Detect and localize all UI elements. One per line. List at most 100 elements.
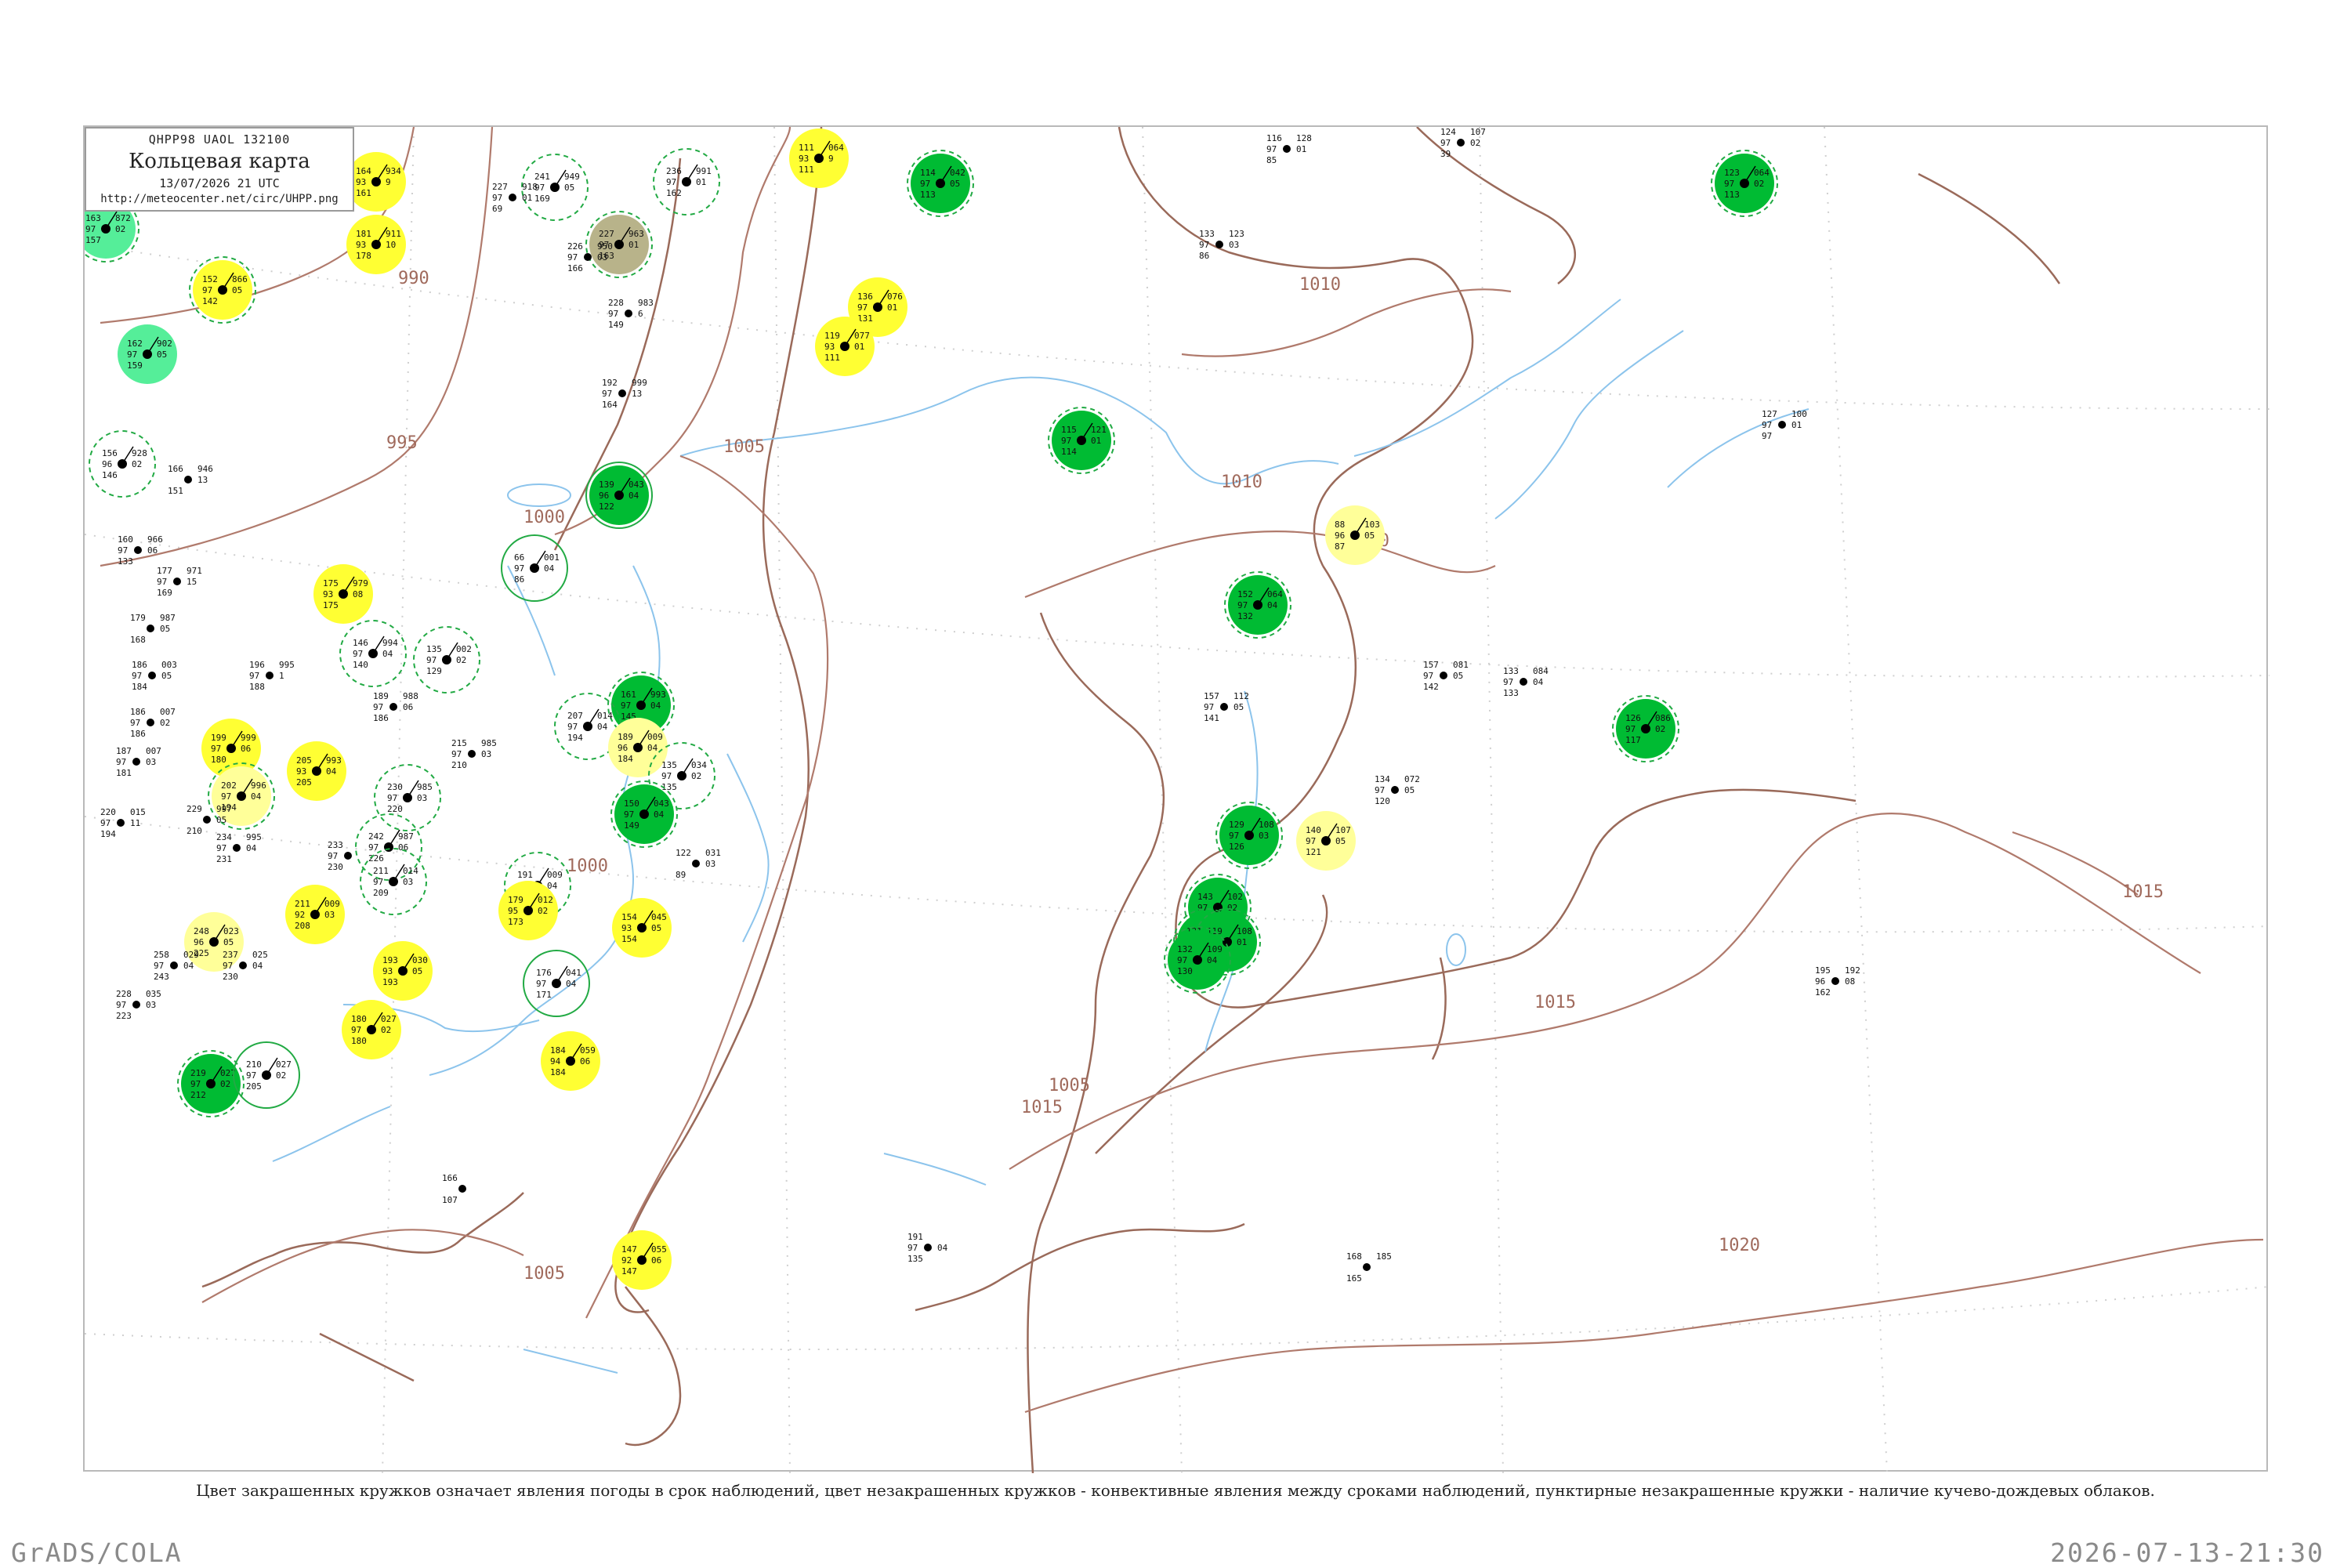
- station-marker[interactable]: 15696146 92802: [89, 430, 156, 498]
- station-marker[interactable]: 889687 10305: [1325, 505, 1385, 565]
- station-marker[interactable]: 12397113 06402: [1711, 150, 1778, 217]
- station-value: 02: [538, 906, 548, 916]
- station-marker[interactable]: 17593175 97908: [313, 564, 373, 624]
- station-value: 05: [216, 815, 226, 825]
- station-marker[interactable]: 23697162 99101: [653, 148, 720, 215]
- station-marker[interactable]: 16493161 9349: [346, 152, 406, 212]
- station-marker[interactable]: 15493154 04505: [612, 898, 672, 958]
- station-marker[interactable]: 11497113 04205: [907, 150, 974, 217]
- station-value: 97: [1762, 420, 1772, 430]
- station-value: 01: [1791, 420, 1802, 430]
- station-value: 230: [387, 782, 403, 792]
- station-dot: [170, 961, 178, 969]
- station-marker[interactable]: 11597114 12101: [1048, 407, 1115, 474]
- station-value: 185: [1376, 1251, 1392, 1262]
- station-marker[interactable]: 2199721202702: [177, 1050, 245, 1117]
- station-marker[interactable]: 17995173 01202: [498, 881, 558, 940]
- station-marker[interactable]: 16297159 90205: [118, 324, 177, 384]
- station-value: 86: [514, 574, 524, 585]
- station-marker[interactable]: 14697140 99404: [339, 620, 407, 687]
- station-value: 08: [1845, 976, 1855, 987]
- station-value: 02: [220, 1079, 230, 1089]
- plain-station[interactable]: 15797142 08105: [1423, 660, 1469, 692]
- plain-station[interactable]: 25897243 02904: [154, 950, 199, 982]
- station-value: 66: [514, 552, 524, 563]
- plain-station[interactable]: 168 165 185: [1346, 1251, 1392, 1284]
- plain-station[interactable]: 13397133 08404: [1503, 666, 1549, 698]
- station-value: 162: [1815, 987, 1831, 998]
- plain-station[interactable]: 166 107: [442, 1173, 466, 1205]
- station-marker[interactable]: 17697171 04104: [523, 950, 590, 1017]
- station-marker[interactable]: 13996122 04304: [585, 462, 653, 529]
- plain-station[interactable]: 179 168 98705: [130, 613, 176, 645]
- plain-station[interactable]: 127979710001: [1762, 409, 1807, 441]
- station-marker[interactable]: 18494184 05906: [541, 1031, 600, 1091]
- plain-station[interactable]: 15797141 11205: [1204, 691, 1249, 723]
- station-marker[interactable]: 14792147 05506: [612, 1230, 672, 1290]
- plain-station[interactable]: 19697188 9951: [249, 660, 295, 692]
- plain-station[interactable]: 229 210 99705: [187, 804, 232, 836]
- plain-station[interactable]: 18997186 98806: [373, 691, 418, 723]
- station-value: 994: [382, 638, 398, 648]
- station-marker[interactable]: 669786 00104: [501, 534, 568, 602]
- plain-station[interactable]: 122 89 03103: [676, 848, 721, 880]
- station-value: 129: [426, 666, 442, 676]
- plain-station[interactable]: 18797181 00703: [116, 746, 161, 778]
- station-marker[interactable]: 21192208 00903: [285, 885, 345, 944]
- plain-station[interactable]: 17797169 97115: [157, 566, 202, 598]
- station-value: 05: [564, 183, 574, 193]
- station-value: 126: [1625, 713, 1641, 723]
- plain-station[interactable]: 1169785 12801: [1266, 133, 1312, 165]
- station-value: 87: [1335, 541, 1345, 552]
- station-value: 064: [1754, 168, 1770, 178]
- plain-station[interactable]: 16097133 96606: [118, 534, 163, 567]
- plain-station[interactable]: 1339786 12303: [1199, 229, 1244, 261]
- station-marker[interactable]: 15297142 86605: [189, 256, 256, 324]
- station-marker[interactable]: 15297132 06404: [1224, 571, 1291, 639]
- plain-station[interactable]: 22897149 9836: [608, 298, 654, 330]
- plain-station[interactable]: 23797230 02504: [223, 950, 268, 982]
- plain-station[interactable]: 21597210 98503: [451, 738, 497, 770]
- station-marker[interactable]: 12697117 08602: [1612, 695, 1679, 762]
- station-value: 04: [654, 809, 665, 820]
- plain-station[interactable]: 13497120 07205: [1375, 774, 1420, 806]
- plain-station[interactable]: 19596162 19208: [1815, 965, 1860, 998]
- station-marker[interactable]: 2279716396301: [585, 211, 653, 278]
- station-marker[interactable]: 20593205 99304: [287, 741, 346, 801]
- station-marker[interactable]: 11193111 0649: [789, 129, 849, 188]
- plain-stations-layer: 2279769918012269716695003228971499836192…: [100, 127, 1860, 1284]
- plain-station[interactable]: 166 151 94613: [168, 464, 213, 496]
- station-value: 985: [417, 782, 433, 792]
- plain-station[interactable]: 22897223 03503: [116, 989, 161, 1021]
- station-marker[interactable]: 14097121 10705: [1296, 811, 1356, 871]
- station-value: 107: [442, 1195, 458, 1205]
- station-marker[interactable]: 18996184 00904: [608, 718, 668, 777]
- station-value: 97: [1237, 600, 1248, 610]
- plain-station[interactable]: 18697184 00305: [132, 660, 177, 692]
- plain-station[interactable]: 23497231 99504: [216, 832, 262, 864]
- station-dot: [132, 1001, 140, 1009]
- station-marker[interactable]: 12997126 10803: [1215, 802, 1283, 869]
- station-marker[interactable]: 18097180 02702: [342, 1000, 401, 1059]
- plain-station[interactable]: 1249739 10702: [1440, 127, 1486, 159]
- station-marker[interactable]: 19393193 03005: [373, 941, 433, 1001]
- station-marker[interactable]: 18193178 91110: [346, 215, 406, 274]
- map-url[interactable]: http://meteocenter.net/circ/UHPP.png: [86, 193, 353, 205]
- station-value: 157: [1204, 691, 1219, 701]
- plain-station[interactable]: 23397230: [328, 840, 352, 872]
- station-value: 186: [373, 713, 389, 723]
- station-value: 014: [403, 866, 418, 876]
- station-marker[interactable]: 21097205 02702: [233, 1041, 300, 1109]
- station-marker[interactable]: 11993111 07701: [815, 317, 875, 376]
- station-marker[interactable]: 13597129 00202: [413, 626, 480, 693]
- plain-station[interactable]: 18697186 00702: [130, 707, 176, 739]
- station-value: 234: [216, 832, 232, 842]
- plain-station[interactable]: 19197135 04: [907, 1232, 948, 1264]
- station-dot: [184, 476, 192, 483]
- station-dot: [344, 852, 352, 860]
- station-value: 055: [651, 1244, 667, 1255]
- plain-station[interactable]: 22097194 01511: [100, 807, 146, 839]
- station-value: 04: [382, 649, 393, 659]
- header-code-line: QHPP98 UAOL 132100: [148, 132, 291, 147]
- station-value: 258: [154, 950, 169, 960]
